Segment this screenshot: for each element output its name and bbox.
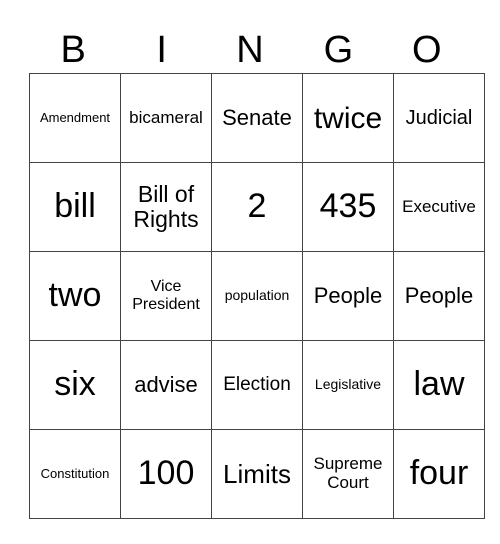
bingo-cell[interactable]: People xyxy=(393,251,485,341)
bingo-cell[interactable]: bill xyxy=(29,162,121,252)
bingo-cell[interactable]: Supreme Court xyxy=(302,429,394,519)
bingo-cell[interactable]: advise xyxy=(120,340,212,430)
grid-row: two Vice President population People People xyxy=(29,251,485,341)
bingo-cell[interactable]: 100 xyxy=(120,429,212,519)
bingo-cell[interactable]: Senate xyxy=(211,73,303,163)
bingo-grid: Amendment bicameral Senate twice Judicial bil… xyxy=(29,73,485,519)
bingo-cell[interactable]: Bill of Rights xyxy=(120,162,212,252)
bingo-cell[interactable]: Legislative xyxy=(302,340,394,430)
bingo-cell[interactable]: bicameral xyxy=(120,73,212,163)
bingo-cell[interactable]: Limits xyxy=(211,429,303,519)
bingo-cell[interactable]: Constitution xyxy=(29,429,121,519)
bingo-cell[interactable]: law xyxy=(393,340,485,430)
bingo-cell[interactable]: Judicial xyxy=(393,73,485,163)
bingo-header: B I N G O xyxy=(29,28,471,72)
bingo-cell[interactable]: four xyxy=(393,429,485,519)
header-letter: I xyxy=(156,29,167,71)
grid-row: Constitution 100 Limits Supreme Court four xyxy=(29,429,485,519)
grid-row: six advise Election Legislative law xyxy=(29,340,485,430)
bingo-cell[interactable]: twice xyxy=(302,73,394,163)
header-letter: B xyxy=(60,29,86,71)
grid-row: Amendment bicameral Senate twice Judicial xyxy=(29,73,485,163)
bingo-cell[interactable]: Amendment xyxy=(29,73,121,163)
bingo-cell[interactable]: population xyxy=(211,251,303,341)
header-letter: N xyxy=(236,29,264,71)
grid-row: bill Bill of Rights 2 435 Executive xyxy=(29,162,485,252)
bingo-cell[interactable]: People xyxy=(302,251,394,341)
bingo-cell[interactable]: Vice President xyxy=(120,251,212,341)
header-letter: O xyxy=(412,29,442,71)
header-letter: G xyxy=(323,29,354,71)
bingo-cell[interactable]: Executive xyxy=(393,162,485,252)
bingo-cell[interactable]: six xyxy=(29,340,121,430)
bingo-cell[interactable]: 435 xyxy=(302,162,394,252)
bingo-cell[interactable]: two xyxy=(29,251,121,341)
bingo-cell[interactable]: Election xyxy=(211,340,303,430)
bingo-cell[interactable]: 2 xyxy=(211,162,303,252)
